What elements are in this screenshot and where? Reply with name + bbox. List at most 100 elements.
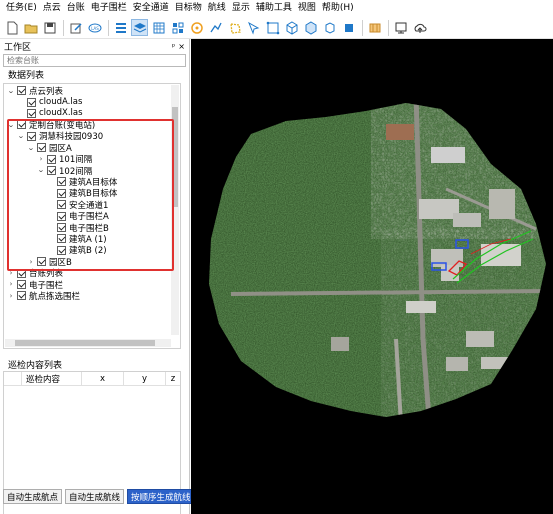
menu-item[interactable]: 点云	[40, 0, 64, 17]
column-header[interactable]: z	[166, 372, 180, 385]
tree-checkbox[interactable]	[47, 154, 56, 164]
cube-alt-icon[interactable]	[302, 19, 319, 36]
tree-horizontal-scrollbar[interactable]	[5, 339, 171, 347]
menu-item[interactable]: 目标物	[172, 0, 205, 17]
tree-item[interactable]: ⌄ 园区A	[26, 142, 72, 154]
open-folder-icon[interactable]	[22, 19, 39, 36]
tree-item[interactable]: ⌄ 点云列表	[6, 85, 63, 97]
tree-item[interactable]: › 园区B	[27, 256, 72, 268]
tree-checkbox[interactable]	[57, 222, 66, 232]
tree-item[interactable]: ⌄ 洞慧科技园0930	[17, 131, 103, 142]
auto-route-button[interactable]: 自动生成航线	[65, 489, 125, 504]
tree-checkbox[interactable]	[47, 165, 56, 175]
tree-checkbox[interactable]	[57, 200, 66, 210]
ordered-route-button[interactable]: 按顺序生成航线	[127, 489, 195, 504]
tree-checkbox[interactable]	[57, 188, 66, 198]
las-file-icon[interactable]: LAS	[86, 19, 103, 36]
tree-item[interactable]: cloudX.las	[17, 108, 83, 119]
tree-checkbox[interactable]	[57, 211, 66, 221]
route-icon[interactable]	[207, 19, 224, 36]
tree-checkbox[interactable]	[17, 268, 26, 278]
tree-checkbox[interactable]	[37, 257, 46, 267]
tree-checkbox[interactable]	[27, 97, 36, 107]
chevron-down-icon[interactable]: ⌄	[26, 144, 36, 152]
chevron-right-icon[interactable]: ›	[7, 292, 15, 300]
menu-item[interactable]: 台账	[64, 0, 88, 17]
scroll-thumb[interactable]	[172, 107, 178, 207]
tree-checkbox[interactable]	[57, 234, 66, 244]
tree-item[interactable]: 建筑A (1)	[47, 233, 107, 245]
polygon-icon[interactable]	[226, 19, 243, 36]
tree-item[interactable]: 建筑B (2)	[47, 245, 107, 256]
search-box[interactable]	[3, 54, 186, 67]
grid-icon[interactable]	[150, 19, 167, 36]
solid-box-icon[interactable]	[340, 19, 357, 36]
inspection-list-title: 巡检内容列表	[8, 361, 63, 371]
chevron-down-icon[interactable]: ⌄	[16, 132, 26, 140]
edit-icon[interactable]	[67, 19, 84, 36]
box-icon[interactable]	[321, 19, 338, 36]
menu-item[interactable]: 辅助工具	[253, 0, 295, 17]
select-icon[interactable]	[245, 19, 262, 36]
import-icon[interactable]	[366, 19, 383, 36]
tree-item[interactable]: 建筑B目标体	[47, 188, 117, 199]
tree-item[interactable]: ⌄ 102间隔	[36, 165, 92, 177]
chevron-right-icon[interactable]: ›	[37, 155, 45, 163]
new-file-icon[interactable]	[3, 19, 20, 36]
cube-view-icon[interactable]	[283, 19, 300, 36]
tree-item[interactable]: 电子围栏B	[47, 222, 109, 234]
scroll-thumb[interactable]	[15, 340, 155, 346]
tree-item[interactable]: 安全通道1	[47, 199, 108, 211]
tree-item[interactable]: 建筑A目标体	[47, 176, 118, 188]
tree-item[interactable]: ⌄ 定制台账(变电站)	[6, 119, 95, 131]
tree-checkbox[interactable]	[17, 291, 26, 301]
tiles-icon[interactable]	[169, 19, 186, 36]
pin-icon[interactable]: ᵖ	[172, 42, 175, 51]
tree-checkbox[interactable]	[17, 279, 26, 289]
point-cloud-viewport[interactable]	[191, 39, 553, 514]
tree-checkbox[interactable]	[27, 108, 36, 118]
menu-item[interactable]: 帮助(H)	[319, 0, 357, 17]
chevron-right-icon[interactable]: ›	[27, 258, 35, 266]
menu-item[interactable]: 视图	[295, 0, 319, 17]
chevron-down-icon[interactable]: ⌄	[36, 166, 46, 174]
screen-icon[interactable]	[392, 19, 409, 36]
tree-checkbox[interactable]	[57, 177, 66, 187]
menu-item[interactable]: 任务(E)	[3, 0, 40, 17]
chevron-right-icon[interactable]: ›	[7, 269, 15, 277]
tree-item[interactable]: › 台账列表	[7, 267, 63, 279]
upload-cloud-icon[interactable]	[411, 19, 428, 36]
tree-checkbox[interactable]	[17, 120, 26, 130]
tree-checkbox[interactable]	[27, 131, 36, 141]
tree-checkbox[interactable]	[17, 86, 26, 96]
tree-item[interactable]: › 航点拣选围栏	[7, 290, 80, 302]
menu-item[interactable]: 显示	[229, 0, 253, 17]
tree-checkbox[interactable]	[57, 245, 66, 255]
close-icon[interactable]: ×	[178, 42, 185, 51]
tree-vertical-scrollbar[interactable]	[171, 85, 179, 335]
column-header[interactable]: x	[82, 372, 124, 385]
tree-item[interactable]: › 电子围栏	[7, 279, 63, 291]
list-icon[interactable]	[112, 19, 129, 36]
tree-checkbox[interactable]	[37, 143, 46, 153]
auto-waypoint-button[interactable]: 自动生成航点	[3, 489, 63, 504]
save-icon[interactable]	[41, 19, 58, 36]
tree-item[interactable]: 电子围栏A	[47, 210, 109, 222]
node-icon[interactable]	[264, 19, 281, 36]
column-header[interactable]: y	[124, 372, 166, 385]
chevron-down-icon[interactable]: ⌄	[6, 121, 16, 129]
menu-item[interactable]: 安全通道	[130, 0, 172, 17]
tree-item[interactable]: cloudA.las	[17, 96, 82, 107]
column-header[interactable]: 巡检内容	[22, 372, 82, 385]
layers-icon[interactable]	[131, 19, 148, 36]
menu-item[interactable]: 航线	[205, 0, 229, 17]
chevron-right-icon[interactable]: ›	[7, 280, 15, 288]
chevron-down-icon[interactable]: ⌄	[6, 87, 16, 95]
tree-item[interactable]: › 101间隔	[37, 153, 92, 165]
tree-item-label: 建筑A目标体	[69, 177, 118, 188]
target-icon[interactable]	[188, 19, 205, 36]
search-input[interactable]	[7, 56, 185, 65]
menu-item[interactable]: 电子围栏	[88, 0, 130, 17]
